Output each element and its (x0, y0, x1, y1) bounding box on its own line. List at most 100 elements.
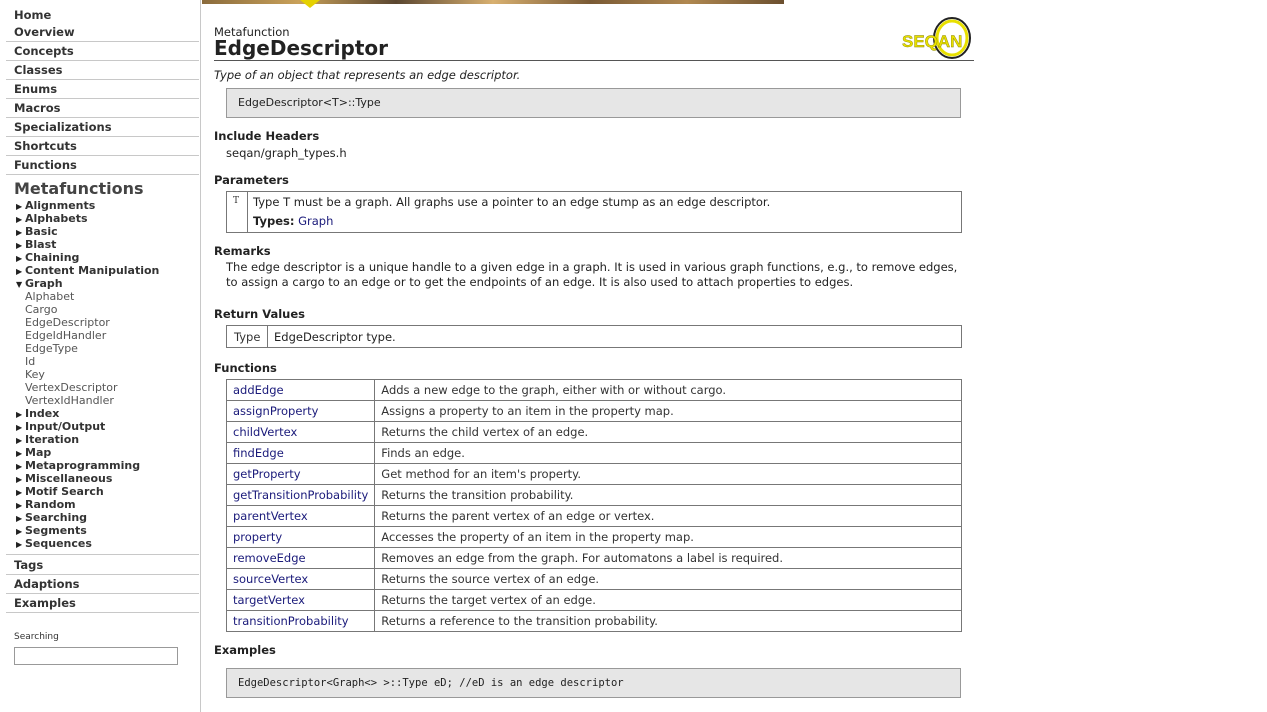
function-link[interactable]: assignProperty (225, 400, 376, 422)
function-link[interactable]: addEdge (225, 379, 376, 401)
param-description: Type T must be a graph. All graphs use a… (253, 195, 771, 209)
function-link[interactable]: childVertex (225, 421, 376, 443)
function-link[interactable]: property (225, 526, 376, 548)
category-motif-search[interactable]: ▶ Motif Search (16, 485, 104, 498)
search-input[interactable] (14, 647, 178, 665)
function-description: Returns the source vertex of an edge. (374, 568, 962, 590)
divider (6, 155, 199, 156)
category-content-manipulation[interactable]: ▶ Content Manipulation (16, 264, 159, 277)
graph-item-id[interactable]: Id (25, 355, 35, 368)
divider (6, 136, 199, 137)
divider (6, 98, 199, 99)
nav-classes[interactable]: Classes (14, 63, 62, 77)
signature-box: EdgeDescriptor<T>::Type (226, 88, 961, 118)
nav-shortcuts[interactable]: Shortcuts (14, 139, 77, 153)
function-link[interactable]: transitionProbability (225, 610, 376, 632)
nav-functions[interactable]: Functions (14, 158, 77, 172)
page-title: EdgeDescriptor (214, 36, 388, 60)
graph-item-edgedescriptor[interactable]: EdgeDescriptor (25, 316, 110, 329)
category-metaprogramming[interactable]: ▶ Metaprogramming (16, 459, 140, 472)
return-description: EdgeDescriptor type. (274, 330, 396, 344)
function-description: Returns the transition probability. (374, 484, 962, 506)
param-type-link-graph[interactable]: Graph (298, 214, 333, 228)
nav-adaptions[interactable]: Adaptions (14, 577, 80, 591)
nav-enums[interactable]: Enums (14, 82, 57, 96)
functions-heading: Functions (214, 361, 277, 375)
graph-item-key[interactable]: Key (25, 368, 45, 381)
triangle-right-icon: ▶ (16, 462, 23, 471)
nav-concepts[interactable]: Concepts (14, 44, 74, 58)
category-iteration[interactable]: ▶ Iteration (16, 433, 79, 446)
graph-item-vertexdescriptor[interactable]: VertexDescriptor (25, 381, 118, 394)
category-blast[interactable]: ▶ Blast (16, 238, 56, 251)
triangle-right-icon: ▶ (16, 514, 23, 523)
triangle-right-icon: ▶ (16, 202, 23, 211)
function-link[interactable]: targetVertex (225, 589, 376, 611)
return-values-table: Type EdgeDescriptor type. (226, 325, 962, 348)
table-row: parentVertex Returns the parent vertex of… (225, 505, 962, 527)
return-values-heading: Return Values (214, 307, 306, 321)
function-description: Returns a reference to the transition pr… (374, 610, 962, 632)
divider (6, 60, 199, 61)
triangle-right-icon: ▶ (16, 410, 23, 419)
nav-overview[interactable]: Overview (14, 25, 75, 39)
triangle-right-icon: ▶ (16, 475, 23, 484)
graph-item-edgetype[interactable]: EdgeType (25, 342, 78, 355)
category-basic[interactable]: ▶ Basic (16, 225, 58, 238)
triangle-down-icon: ▼ (16, 280, 23, 289)
category-alignments[interactable]: ▶ Alignments (16, 199, 95, 212)
function-description: Assigns a property to an item in the pro… (374, 400, 962, 422)
table-row: childVertex Returns the child vertex of a… (225, 421, 962, 443)
triangle-right-icon: ▶ (16, 527, 23, 536)
triangle-right-icon: ▶ (16, 449, 23, 458)
summary-text: Type of an object that represents an edg… (214, 68, 521, 82)
divider (6, 41, 199, 42)
function-link[interactable]: getTransitionProbability (225, 484, 376, 506)
category-miscellaneous[interactable]: ▶ Miscellaneous (16, 472, 112, 485)
include-file: seqan/graph_types.h (226, 146, 347, 160)
function-link[interactable]: findEdge (225, 442, 376, 464)
graph-item-cargo[interactable]: Cargo (25, 303, 57, 316)
category-chaining[interactable]: ▶ Chaining (16, 251, 79, 264)
function-description: Adds a new edge to the graph, either wit… (374, 379, 962, 401)
triangle-right-icon: ▶ (16, 501, 23, 510)
category-searching[interactable]: ▶ Searching (16, 511, 87, 524)
nav-tags[interactable]: Tags (14, 558, 43, 572)
divider (267, 326, 268, 347)
category-input-output[interactable]: ▶ Input/Output (16, 420, 105, 433)
nav-macros[interactable]: Macros (14, 101, 60, 115)
triangle-right-icon: ▶ (16, 267, 23, 276)
divider (6, 593, 199, 594)
graph-item-edgeidhandler[interactable]: EdgeIdHandler (25, 329, 106, 342)
category-random[interactable]: ▶ Random (16, 498, 76, 511)
category-map[interactable]: ▶ Map (16, 446, 51, 459)
graph-item-vertexidhandler[interactable]: VertexIdHandler (25, 394, 114, 407)
category-sequences[interactable]: ▶ Sequences (16, 537, 92, 550)
nav-metafunctions-heading[interactable]: Metafunctions (14, 179, 143, 198)
seqan-logo[interactable]: SEQAN (902, 14, 976, 62)
graph-item-alphabet[interactable]: Alphabet (25, 290, 74, 303)
triangle-right-icon: ▶ (16, 423, 23, 432)
triangle-right-icon: ▶ (16, 241, 23, 250)
category-segments[interactable]: ▶ Segments (16, 524, 87, 537)
main-content: Metafunction EdgeDescriptor SEQAN Type o… (202, 0, 1267, 712)
triangle-right-icon: ▶ (16, 254, 23, 263)
function-link[interactable]: getProperty (225, 463, 376, 485)
nav-home[interactable]: Home (14, 8, 51, 22)
param-types: Types: Graph (253, 214, 333, 228)
category-graph[interactable]: ▼ Graph (16, 277, 63, 290)
function-description: Finds an edge. (374, 442, 962, 464)
category-index[interactable]: ▶ Index (16, 407, 59, 420)
function-link[interactable]: parentVertex (225, 505, 376, 527)
functions-table: addEdge Adds a new edge to the graph, eit… (225, 379, 962, 632)
example-code-box: EdgeDescriptor<Graph<> >::Type eD; //eD … (226, 668, 961, 698)
title-divider (214, 60, 974, 61)
nav-examples[interactable]: Examples (14, 596, 76, 610)
table-row: targetVertex Returns the target vertex of… (225, 589, 962, 611)
table-row: addEdge Adds a new edge to the graph, eit… (225, 379, 962, 401)
category-alphabets[interactable]: ▶ Alphabets (16, 212, 88, 225)
function-link[interactable]: removeEdge (225, 547, 376, 569)
table-row: property Accesses the property of an item… (225, 526, 962, 548)
function-link[interactable]: sourceVertex (225, 568, 376, 590)
nav-specializations[interactable]: Specializations (14, 120, 112, 134)
